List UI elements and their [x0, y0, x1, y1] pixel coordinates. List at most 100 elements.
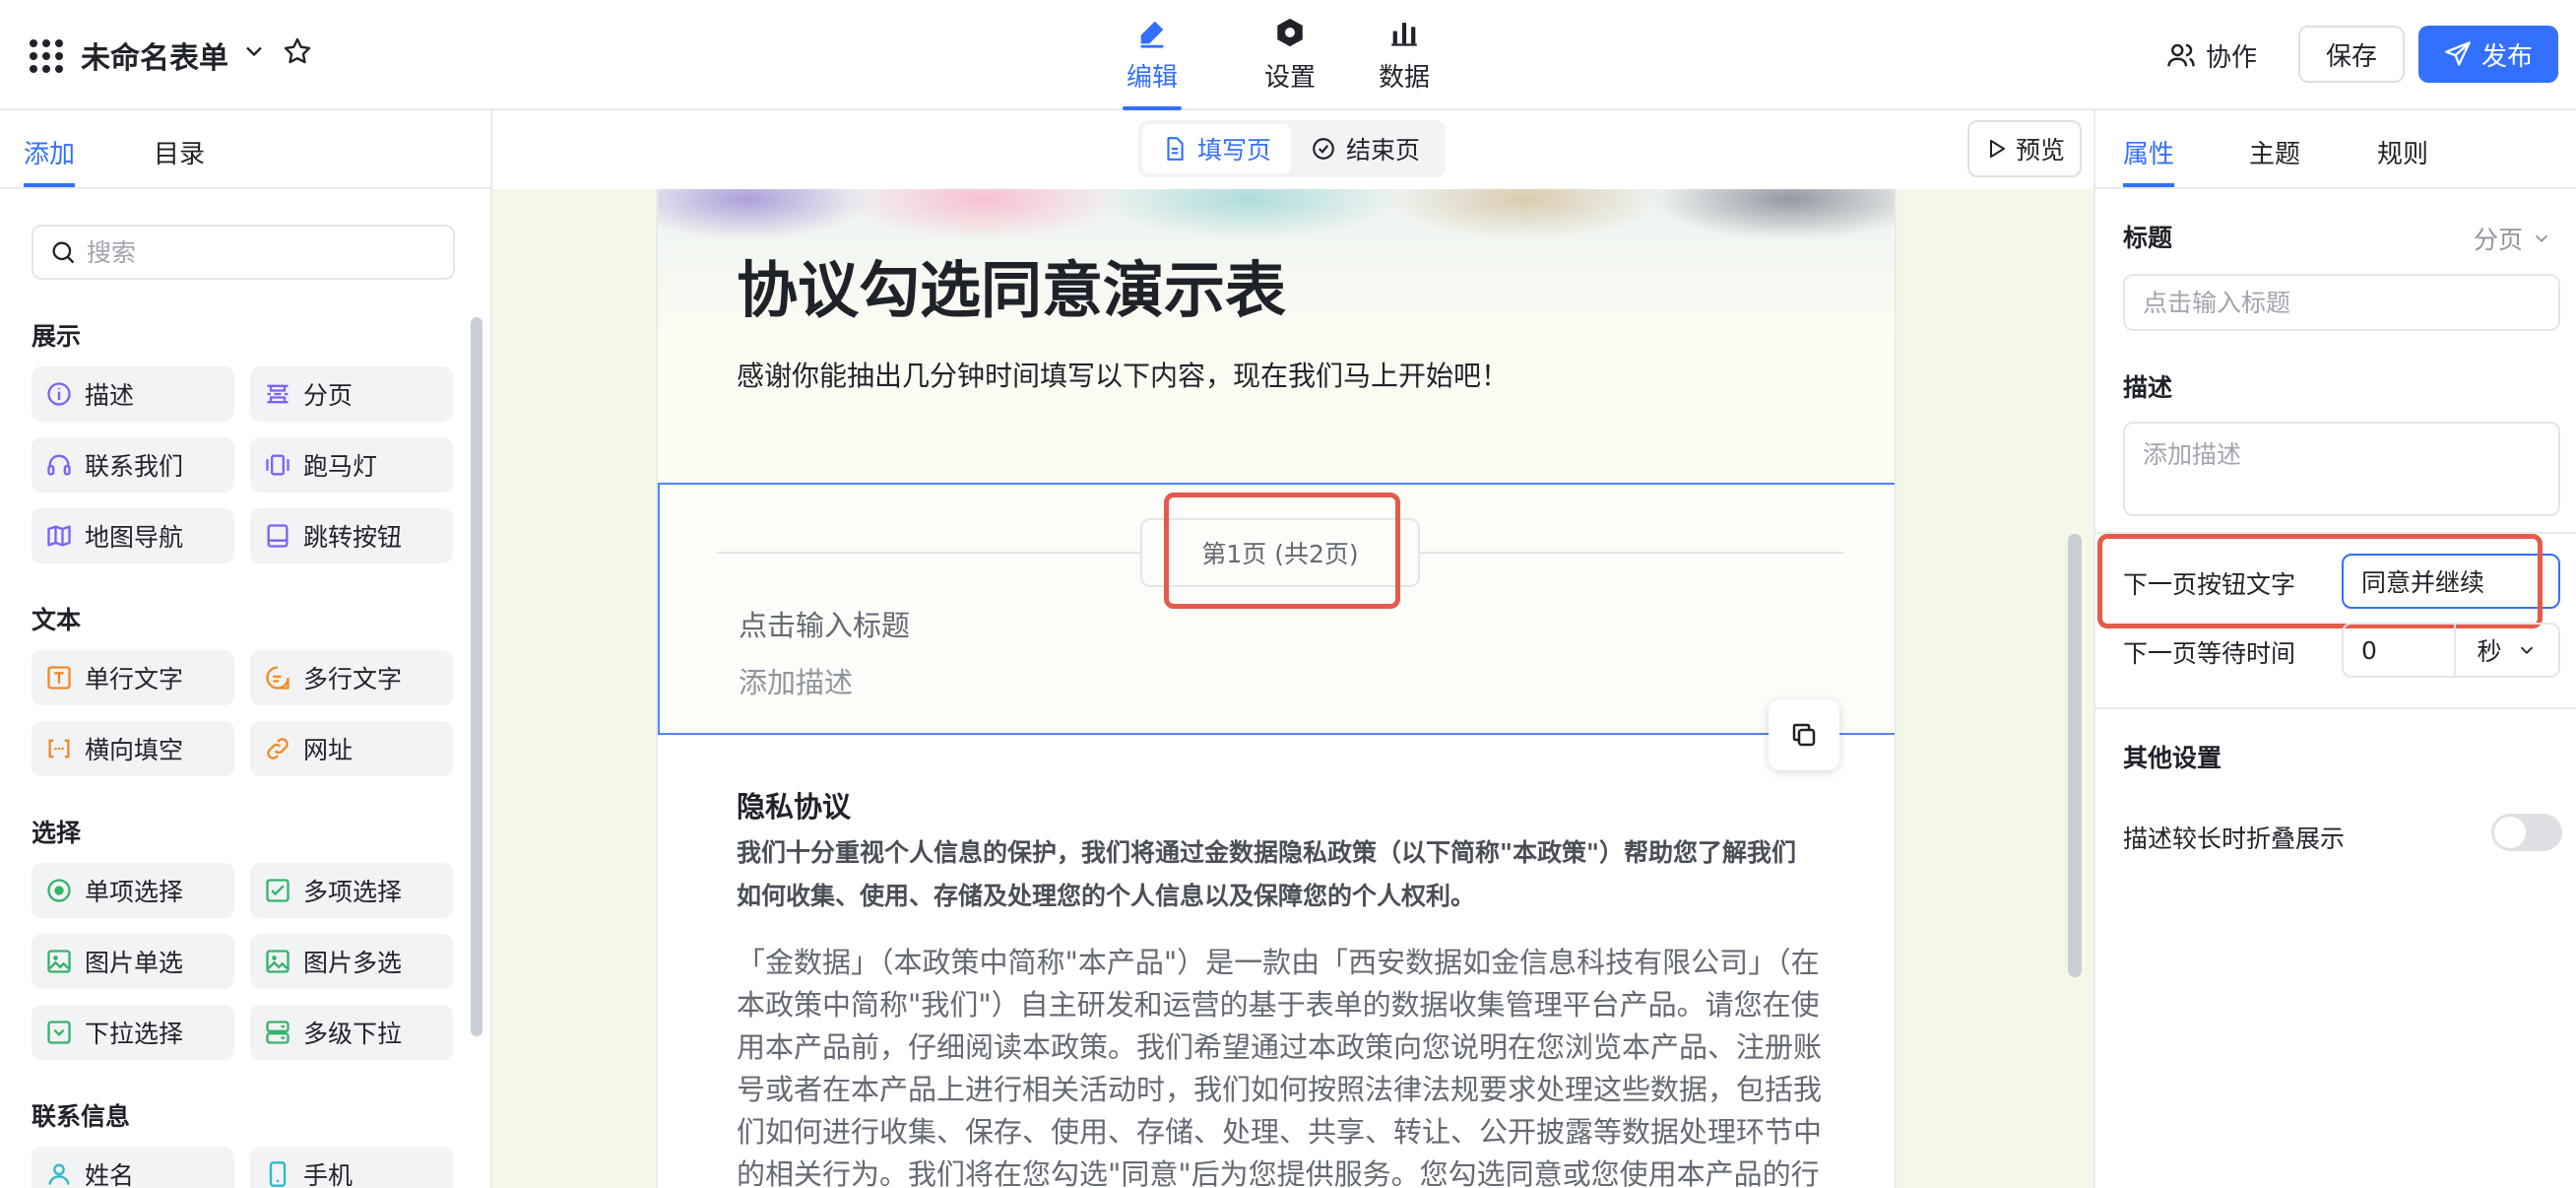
component-label: 多项选择 [303, 878, 403, 906]
fill-page-tab[interactable]: 填写页 [1142, 124, 1292, 173]
document-icon [1167, 137, 1184, 161]
paging-type-select[interactable]: 分页 [2474, 221, 2552, 256]
search-icon [52, 241, 75, 264]
tab-settings[interactable]: 设置 [1241, 16, 1339, 94]
page-break-icon [267, 384, 289, 404]
component-label: 多级下拉 [303, 1020, 403, 1048]
title-input[interactable] [2123, 274, 2560, 331]
chevron-down-icon [2535, 234, 2548, 243]
copy-button[interactable] [1769, 699, 1839, 770]
component-single-line[interactable]: 单行文字 [32, 650, 234, 705]
end-page-tab[interactable]: 结束页 [1291, 124, 1440, 173]
component-label: 分页 [303, 381, 354, 410]
right-tabs: 属性 主题 规则 [2095, 110, 2576, 189]
form-card: 协议勾选同意演示表 感谢你能抽出几分钟时间填写以下内容，现在我们马上开始吧！ 第… [656, 189, 1897, 1188]
bar-chart-icon [1391, 23, 1417, 46]
page-title-placeholder[interactable]: 点击输入标题 [739, 603, 910, 644]
form-title[interactable]: 协议勾选同意演示表 [737, 240, 1286, 329]
chevron-down-icon[interactable] [240, 37, 268, 65]
wait-unit-label: 秒 [2477, 637, 2502, 666]
component-name[interactable]: 姓名 [32, 1147, 234, 1188]
privacy-title[interactable]: 隐私协议 [737, 784, 851, 825]
copy-icon [1792, 723, 1816, 747]
tab-data[interactable]: 数据 [1355, 16, 1453, 94]
left-scrollbar[interactable] [471, 317, 483, 1036]
section-choice: 选择 [32, 819, 82, 847]
component-map[interactable]: 地图导航 [32, 508, 234, 563]
component-label: 单行文字 [85, 665, 184, 693]
fill-page-label: 填写页 [1197, 136, 1272, 165]
component-description[interactable]: 描述 [32, 366, 234, 422]
form-canvas: 填写页 结束页 预览 协议勾选同意演示表 感谢你能抽出几分钟时间填写以下内容，现… [492, 110, 2093, 1188]
publish-button[interactable]: 发布 [2418, 26, 2558, 83]
component-label: 描述 [85, 381, 135, 410]
component-phone[interactable]: 手机 [250, 1147, 453, 1188]
star-icon[interactable] [282, 35, 313, 67]
wait-time-input[interactable] [2344, 625, 2456, 676]
section-display: 展示 [32, 322, 82, 351]
page-desc-placeholder[interactable]: 添加描述 [739, 660, 853, 701]
preview-button[interactable]: 预览 [1967, 120, 2082, 177]
component-dropdown[interactable]: 下拉选择 [32, 1005, 234, 1060]
component-cascade[interactable]: 多级下拉 [250, 1005, 453, 1060]
tab-properties[interactable]: 属性 [2123, 134, 2175, 187]
privacy-intro: 我们十分重视个人信息的保护，我们将通过金数据隐私政策（以下简称"本政策"）帮助您… [737, 838, 1797, 910]
collapse-toggle[interactable] [2491, 814, 2562, 851]
component-multi-choice[interactable]: 多项选择 [250, 863, 453, 918]
component-label: 地图导航 [85, 523, 184, 552]
tab-outline[interactable]: 目录 [154, 134, 205, 170]
property-panel: 属性 主题 规则 标题 分页 描述 下一页按钮文字 下一页等待时间 秒 其他设置… [2093, 110, 2576, 1188]
document-title[interactable]: 未命名表单 [81, 33, 228, 77]
search-input[interactable] [87, 237, 441, 267]
preview-label: 预览 [2015, 136, 2065, 165]
section-text: 文本 [32, 606, 82, 634]
component-label: 手机 [303, 1161, 354, 1188]
description-input[interactable] [2123, 422, 2560, 516]
send-icon [2445, 41, 2471, 66]
save-button[interactable]: 保存 [2298, 26, 2405, 83]
phone-icon [269, 1161, 287, 1187]
collapse-label: 描述较长时折叠展示 [2123, 825, 2346, 853]
pencil-icon [1140, 21, 1164, 48]
paging-label: 分页 [2474, 226, 2524, 254]
component-marquee[interactable]: 跑马灯 [250, 437, 453, 493]
component-single-choice[interactable]: 单项选择 [32, 863, 234, 918]
component-page-break[interactable]: 分页 [250, 366, 453, 422]
tab-edit[interactable]: 编辑 [1103, 16, 1201, 110]
component-image-single[interactable]: 图片单选 [32, 934, 234, 989]
component-contact-us[interactable]: 联系我们 [32, 437, 234, 493]
app-grid-icon[interactable] [30, 39, 63, 73]
person-icon [48, 1163, 70, 1185]
checkbox-icon [266, 879, 290, 902]
people-icon [2167, 43, 2195, 67]
component-label: 网址 [303, 736, 354, 764]
component-image-multi[interactable]: 图片多选 [250, 934, 453, 989]
radio-icon [47, 879, 71, 902]
tab-add[interactable]: 添加 [24, 134, 76, 187]
component-multi-line[interactable]: 多行文字 [250, 650, 453, 705]
annotation-highlight-box [1164, 493, 1400, 609]
annotation-highlight-box [2097, 534, 2543, 628]
page-break-block[interactable]: 第1页 (共2页) 点击输入标题 添加描述 [658, 483, 1895, 735]
component-jump-button[interactable]: 跳转按钮 [250, 508, 453, 563]
left-tabs: 添加 目录 [0, 110, 490, 189]
end-page-label: 结束页 [1346, 136, 1421, 165]
dropdown-icon [47, 1021, 71, 1044]
component-url[interactable]: 网址 [250, 721, 453, 776]
collaborate-label: 协作 [2206, 42, 2258, 73]
form-subtitle[interactable]: 感谢你能抽出几分钟时间填写以下内容，现在我们马上开始吧！ [737, 355, 1509, 394]
component-fill-blank[interactable]: 横向填空 [32, 721, 234, 776]
form-banner [658, 189, 1895, 485]
button-icon [267, 524, 289, 548]
component-search[interactable] [32, 225, 455, 280]
wait-unit-select[interactable]: 秒 [2456, 625, 2558, 676]
tab-edit-label: 编辑 [1126, 63, 1178, 93]
tab-theme[interactable]: 主题 [2249, 134, 2300, 170]
canvas-scrollbar[interactable] [2068, 534, 2082, 977]
info-circle-icon [47, 382, 71, 406]
tab-rules[interactable]: 规则 [2377, 134, 2428, 170]
headset-icon [47, 454, 71, 476]
collaborate-button[interactable]: 协作 [2166, 30, 2257, 81]
tab-settings-label: 设置 [1263, 63, 1316, 93]
text-input-icon [47, 666, 71, 690]
